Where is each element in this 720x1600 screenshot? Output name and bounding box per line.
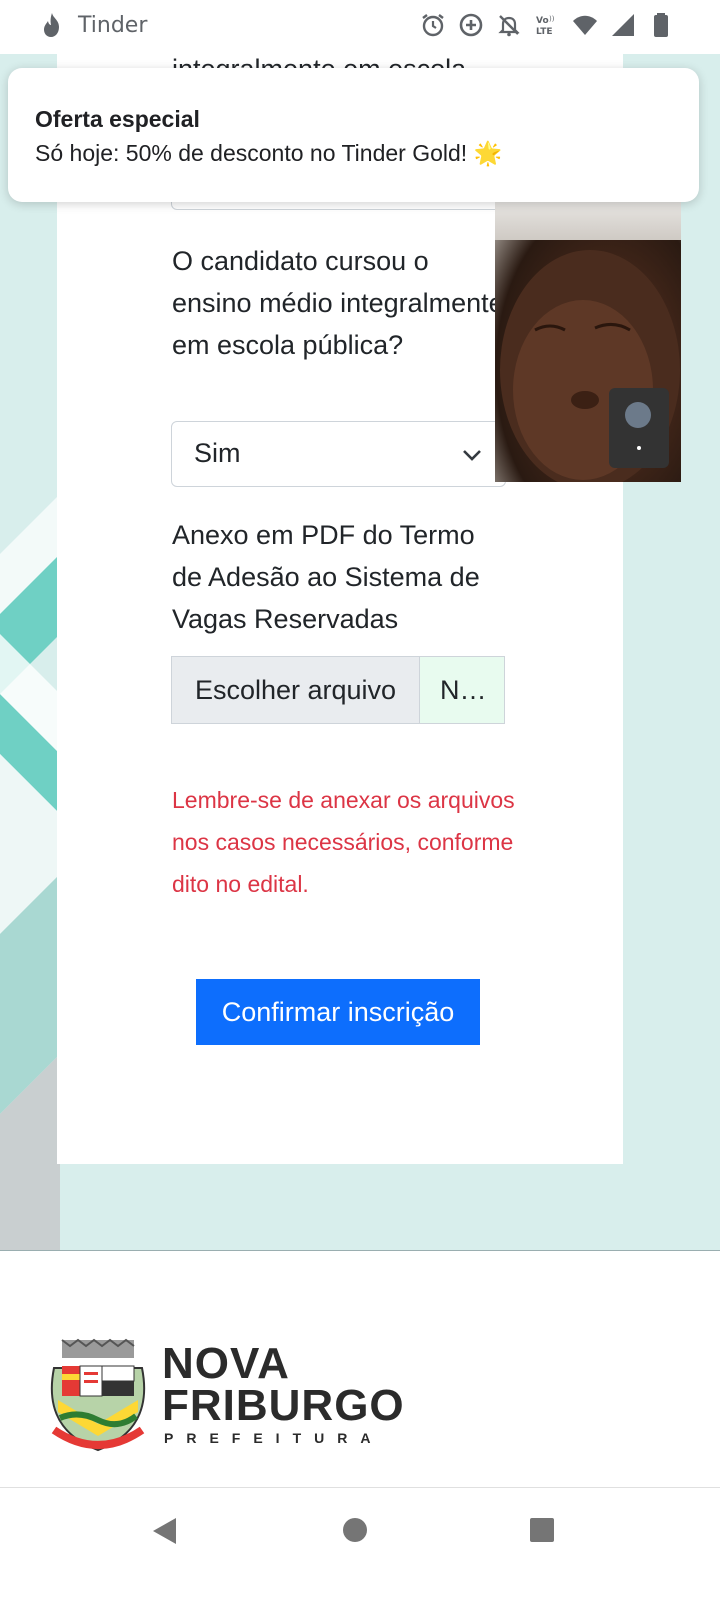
back-icon[interactable] [150, 1516, 180, 1546]
status-app-name: Tinder [78, 12, 148, 38]
navigation-bar [0, 1487, 720, 1600]
choose-file-button[interactable]: Escolher arquivo [172, 657, 420, 723]
status-app: Tinder [40, 12, 147, 38]
public-school-question-label: O candidato cursou o ensino médio integr… [172, 246, 504, 360]
file-input[interactable]: Escolher arquivo N… [171, 656, 505, 724]
volte-icon: Vo)) LTE [536, 15, 555, 37]
self-view-thumbnail[interactable] [609, 388, 669, 468]
self-view-indicator [637, 446, 641, 450]
svg-text:)): )) [549, 15, 555, 23]
nova-friburgo-logo[interactable]: NOVA FRIBURGO PREFEITURA [48, 1338, 408, 1458]
status-icons: Vo)) LTE [420, 12, 674, 38]
logo-text-prefeitura: PREFEITURA [164, 1430, 384, 1446]
status-bar: Tinder Vo)) LTE [0, 0, 720, 54]
video-call-overlay[interactable] [495, 200, 681, 482]
notification-body: Só hoje: 50% de desconto no Tinder Gold!… [35, 140, 503, 166]
signal-icon [612, 14, 634, 36]
recents-icon[interactable] [528, 1516, 556, 1544]
self-view-avatar [625, 402, 651, 428]
battery-icon [654, 13, 668, 37]
file-name-display: N… [420, 657, 504, 723]
attachment-label: Anexo em PDF do Termo de Adesão ao Siste… [172, 520, 480, 634]
attachment-warning: Lembre-se de anexar os arquivos nos caso… [172, 787, 515, 897]
notifications-off-icon [498, 15, 520, 37]
home-icon[interactable] [341, 1516, 369, 1544]
alarm-icon [422, 14, 444, 37]
svg-text:Vo: Vo [536, 16, 549, 26]
footer-divider [0, 1250, 720, 1251]
notification-title: Oferta especial [35, 106, 200, 132]
coat-of-arms-icon [50, 1338, 146, 1452]
data-saver-icon [459, 13, 483, 37]
confirm-registration-button[interactable]: Confirmar inscrição [196, 979, 480, 1045]
select-value: Sim [194, 438, 241, 468]
public-school-select[interactable]: Sim [171, 421, 506, 487]
logo-text-nova: NOVA [162, 1339, 290, 1388]
logo-text-friburgo: FRIBURGO [162, 1381, 405, 1430]
tinder-flame-icon [44, 13, 59, 37]
chevron-down-icon [463, 450, 481, 461]
wifi-icon [573, 15, 597, 35]
svg-text:LTE: LTE [536, 27, 553, 37]
push-notification[interactable]: Oferta especial Só hoje: 50% de desconto… [8, 68, 699, 202]
